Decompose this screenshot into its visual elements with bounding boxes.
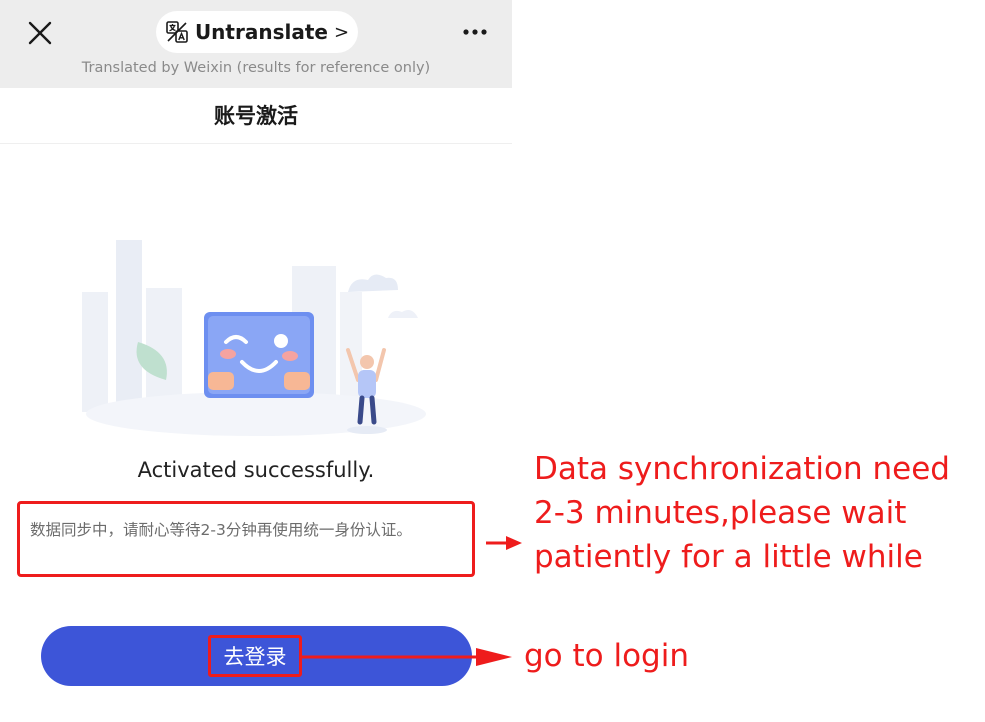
divider — [0, 143, 512, 144]
activation-status: Activated successfully. — [137, 458, 375, 482]
login-button-label: 去登录 — [223, 645, 287, 669]
translation-note: Translated by Weixin (results for refere… — [81, 60, 431, 76]
login-annotation: go to login — [524, 638, 689, 674]
page-title: 账号激活 — [214, 104, 298, 128]
close-icon — [28, 21, 52, 45]
arrow-to-login — [302, 648, 512, 666]
wechat-webview: Untranslate > Translated by Weixin (resu… — [0, 0, 512, 722]
more-button[interactable] — [460, 20, 492, 44]
notice-highlight-box: 数据同步中，请耐心等待2-3分钟再使用统一身份认证。 — [17, 501, 475, 577]
chevron-right-icon: > — [333, 21, 350, 43]
untranslate-label: Untranslate — [194, 20, 328, 44]
close-button[interactable] — [24, 17, 56, 49]
sync-annotation: Data synchronization need 2-3 minutes,pl… — [534, 451, 950, 575]
login-label-highlight[interactable]: 去登录 — [208, 635, 302, 677]
success-illustration — [82, 240, 426, 436]
translate-icon — [166, 21, 188, 43]
untranslate-button[interactable]: Untranslate > — [156, 11, 358, 53]
top-bar: Untranslate > Translated by Weixin (resu… — [0, 0, 512, 88]
sync-notice: 数据同步中，请耐心等待2-3分钟再使用统一身份认证。 — [30, 521, 412, 539]
more-icon — [463, 29, 487, 35]
arrow-to-notice — [486, 536, 522, 550]
